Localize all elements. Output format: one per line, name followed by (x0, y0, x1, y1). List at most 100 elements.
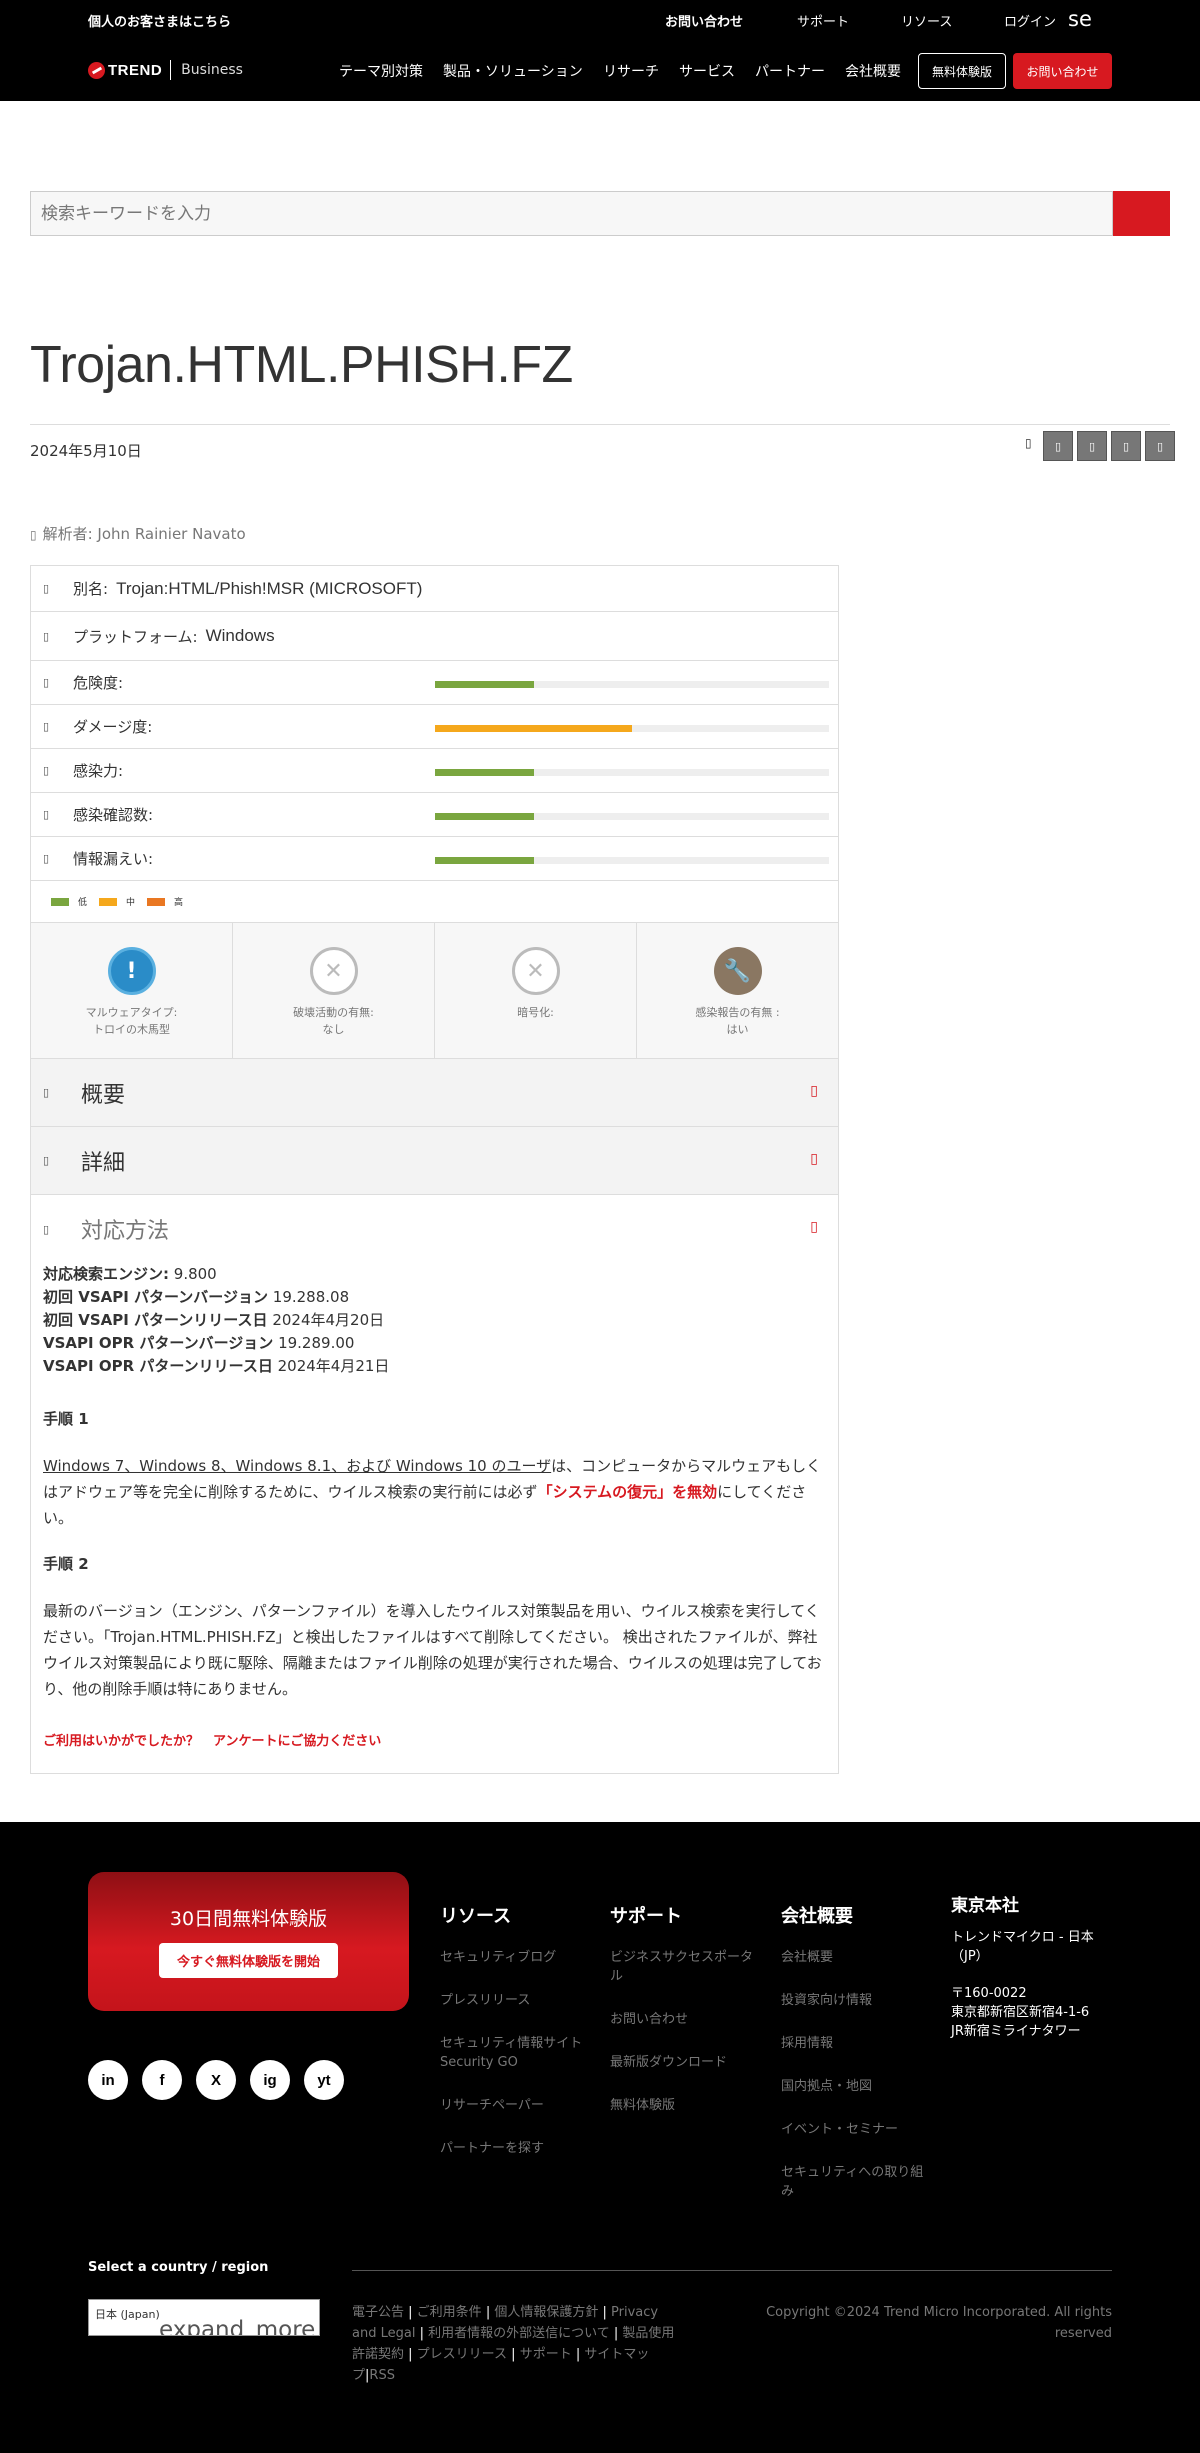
survey-cooperate-link[interactable]: アンケートにご協力ください (213, 1734, 381, 1749)
share-twitter-icon[interactable]: ▯ (1111, 431, 1141, 461)
top-support-link[interactable]: サポート (797, 11, 849, 30)
accordion-solution[interactable]: ▯ 対応方法 ▯ (31, 1195, 838, 1263)
start-trial-button[interactable]: 今すぐ無料体験版を開始 (158, 1943, 338, 1978)
survey-question-link[interactable]: ご利用はいかがでしたか？ (43, 1734, 199, 1749)
nav-item-company[interactable]: 会社概要 (845, 61, 901, 81)
legal-link-notice[interactable]: 電子公告 (352, 2305, 404, 2320)
nav-item-products[interactable]: 製品・ソリューション (443, 61, 583, 81)
user-icon: ▯ (30, 528, 37, 542)
windows-users-link[interactable]: Windows 7、Windows 8、Windows 8.1、および Wind… (43, 1457, 551, 1475)
legend-medium-label: 中 (126, 898, 136, 908)
share-linkedin-icon[interactable]: ▯ (1043, 431, 1073, 461)
footer-link-security-go[interactable]: セキュリティ情報サイト Security GO (440, 2034, 590, 2072)
disable-restore-link[interactable]: 「システムの復元」を無効 (538, 1483, 718, 1501)
region-select[interactable]: 日本 (Japan) expand_more (88, 2299, 320, 2336)
vsapi-first-date-label: 初回 VSAPI パターンリリース日 (43, 1311, 268, 1329)
legal-link-press[interactable]: プレスリリース (417, 2347, 507, 2362)
feature-malware-type-label: マルウェアタイプ: (85, 1006, 178, 1019)
footer-link-company[interactable]: 会社概要 (781, 1948, 931, 1967)
main-nav: TREND Business テーマ別対策 製品・ソリューション リサーチ サー… (0, 40, 1200, 101)
x-twitter-icon[interactable]: X (196, 2060, 236, 2100)
legal-sep: | (571, 2347, 585, 2362)
legend-medium: 中 (99, 895, 135, 908)
vsapi-opr-date-label: VSAPI OPR パターンリリース日 (43, 1357, 273, 1375)
details-icon: ▯ (43, 1154, 50, 1167)
footer-link-events[interactable]: イベント・セミナー (781, 2120, 931, 2139)
language-selector[interactable]: se (1068, 7, 1092, 31)
search-input[interactable] (30, 191, 1113, 236)
share-toolbar: ▯ ▯ ▯ ▯ ▯ (1025, 431, 1175, 461)
engine-info: 対応検索エンジン: 9.800 初回 VSAPI パターンバージョン 19.28… (43, 1263, 826, 1378)
share-email-icon[interactable]: ▯ (1145, 431, 1175, 461)
free-trial-button[interactable]: 無料体験版 (918, 53, 1006, 89)
nav-item-themes[interactable]: テーマ別対策 (339, 61, 423, 81)
footer-link-find-partner[interactable]: パートナーを探す (440, 2139, 590, 2158)
x-icon: ✕ (511, 947, 560, 995)
legal-link-privacy[interactable]: 個人情報保護方針 (494, 2305, 598, 2320)
footer-link-security-efforts[interactable]: セキュリティへの取り組み (781, 2163, 931, 2201)
footer-link-downloads[interactable]: 最新版ダウンロード (610, 2053, 760, 2072)
nav-item-research[interactable]: リサーチ (603, 61, 659, 81)
share-facebook-icon[interactable]: ▯ (1077, 431, 1107, 461)
accordion-overview[interactable]: ▯ 概要 ▯ (31, 1059, 838, 1127)
legend-low-label: 低 (78, 898, 88, 908)
footer-link-careers[interactable]: 採用情報 (781, 2034, 931, 2053)
footer-col-resources: リソース セキュリティブログ プレスリリース セキュリティ情報サイト Secur… (440, 1902, 590, 2182)
instagram-icon[interactable]: ig (250, 2060, 290, 2100)
legal-link-rss[interactable]: RSS (369, 2368, 395, 2383)
feature-infection-report-text: 感染報告の有無 : はい (695, 1004, 779, 1038)
infectivity-meter (435, 769, 829, 776)
logo-divider (170, 60, 172, 80)
footer-col-resources-title: リソース (440, 1906, 512, 1927)
risk-label: 危険度: (73, 674, 124, 692)
print-icon[interactable]: ▯ (1025, 436, 1039, 456)
legal-sep: | (404, 2347, 417, 2362)
top-login-link[interactable]: ログイン (1004, 11, 1056, 30)
accordion-solution-title: 対応方法 (81, 1219, 170, 1244)
feature-summary: ! マルウェアタイプ: トロイの木馬型 ✕ 破壊活動の有無: なし ✕ 暗号化: 🔧… (31, 923, 838, 1059)
title-divider (30, 424, 1170, 425)
top-resources-link[interactable]: リソース (901, 11, 952, 30)
personal-customers-link[interactable]: 個人のお客さまはこちら (88, 11, 231, 30)
footer-link-press[interactable]: プレスリリース (440, 1991, 590, 2010)
analyst-text: 解析者: John Rainier Navato (42, 525, 246, 543)
legal-sep: | (404, 2305, 417, 2320)
alias-icon: ▯ (43, 582, 50, 595)
search-button[interactable] (1113, 191, 1170, 236)
footer-link-trial[interactable]: 無料体験版 (610, 2096, 760, 2115)
infection-count-row: ▯ 感染確認数: (31, 793, 838, 837)
nav-item-services[interactable]: サービス (679, 61, 735, 81)
page-title: Trojan.HTML.PHISH.FZ (30, 336, 573, 394)
footer-link-security-blog[interactable]: セキュリティブログ (440, 1948, 590, 1967)
footer-link-research-papers[interactable]: リサーチペーパー (440, 2096, 590, 2115)
accordion-details-title: 詳細 (81, 1150, 126, 1176)
trend-micro-logo[interactable]: TREND Business (88, 55, 243, 85)
legal-link-terms[interactable]: ご利用条件 (417, 2305, 482, 2320)
top-contact-link[interactable]: お問い合わせ (665, 11, 743, 30)
damage-icon: ▯ (43, 720, 50, 733)
legal-sep: | (481, 2305, 495, 2320)
logo-brand-text: TREND (108, 61, 163, 79)
feature-malware-type-value: トロイの木馬型 (93, 1023, 170, 1036)
legal-link-external-transmission[interactable]: 利用者情報の外部送信について (428, 2326, 610, 2341)
facebook-icon[interactable]: f (142, 2060, 182, 2100)
infectivity-label: 感染力: (73, 762, 124, 780)
footer-col-support-title: サポート (610, 1906, 682, 1927)
nav-item-partners[interactable]: パートナー (755, 61, 825, 81)
hq-title: 東京本社 (951, 1896, 1019, 1916)
contact-button[interactable]: お問い合わせ (1013, 53, 1112, 89)
footer-link-locations[interactable]: 国内拠点・地図 (781, 2077, 931, 2096)
infection-count-meter (435, 813, 829, 820)
platform-icon: ▯ (43, 629, 50, 643)
hq-address-2: JR新宿ミライナタワー (951, 2024, 1081, 2039)
info-leak-meter-fill (435, 857, 534, 864)
linkedin-icon[interactable]: in (88, 2060, 128, 2100)
accordion-details[interactable]: ▯ 詳細 ▯ (31, 1127, 838, 1195)
footer-link-contact[interactable]: お問い合わせ (610, 2010, 760, 2029)
footer-link-investors[interactable]: 投資家向け情報 (781, 1991, 931, 2010)
infection-count-meter-fill (435, 813, 534, 820)
footer-link-success-portal[interactable]: ビジネスサクセスポータル (610, 1948, 760, 1986)
legal-link-support[interactable]: サポート (520, 2347, 572, 2362)
youtube-icon[interactable]: yt (304, 2060, 344, 2100)
info-leak-row: ▯ 情報漏えい: (31, 837, 838, 881)
